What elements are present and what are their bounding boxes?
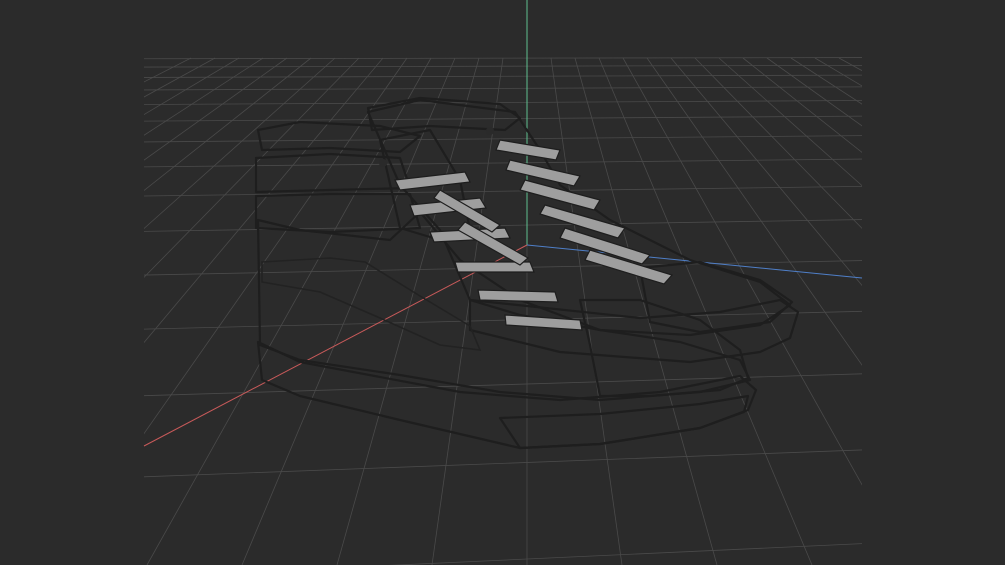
- grid-line: [144, 57, 264, 136]
- grid-line: [863, 58, 1005, 565]
- sneaker-left-mesh[interactable]: [254, 120, 758, 450]
- grid-line: [144, 186, 862, 197]
- grid-line: [144, 57, 288, 161]
- sneaker-right-mesh[interactable]: [366, 96, 800, 364]
- x-axis: [143, 244, 528, 447]
- grid-line: [766, 57, 862, 127]
- grid-line: [622, 57, 862, 486]
- ground-grid: [144, 57, 1005, 565]
- grid-line: [144, 57, 240, 115]
- grid-line: [241, 57, 456, 565]
- grid-line: [144, 74, 862, 78]
- grid-line: [144, 57, 192, 83]
- grid-line: [144, 57, 384, 344]
- grid-line: [144, 57, 360, 278]
- grid-line: [646, 57, 862, 366]
- grid-line: [144, 449, 862, 478]
- grid-line: [144, 100, 862, 105]
- left-sole-toe-bumper[interactable]: [498, 394, 750, 450]
- grid-line: [790, 57, 862, 105]
- left-upper[interactable]: [256, 210, 752, 402]
- grid-line: [388, 543, 862, 565]
- grid-line: [838, 57, 862, 72]
- grid-line: [144, 57, 312, 192]
- grid-line: [574, 57, 718, 565]
- grid-line: [144, 57, 408, 435]
- right-eyelet: [486, 127, 494, 135]
- grid-line: [144, 158, 862, 168]
- 3d-viewport[interactable]: [0, 0, 1005, 565]
- grid-line: [146, 57, 432, 565]
- left-eyelet: [379, 159, 387, 167]
- grid-line: [144, 57, 216, 98]
- scene-canvas[interactable]: [0, 0, 1005, 565]
